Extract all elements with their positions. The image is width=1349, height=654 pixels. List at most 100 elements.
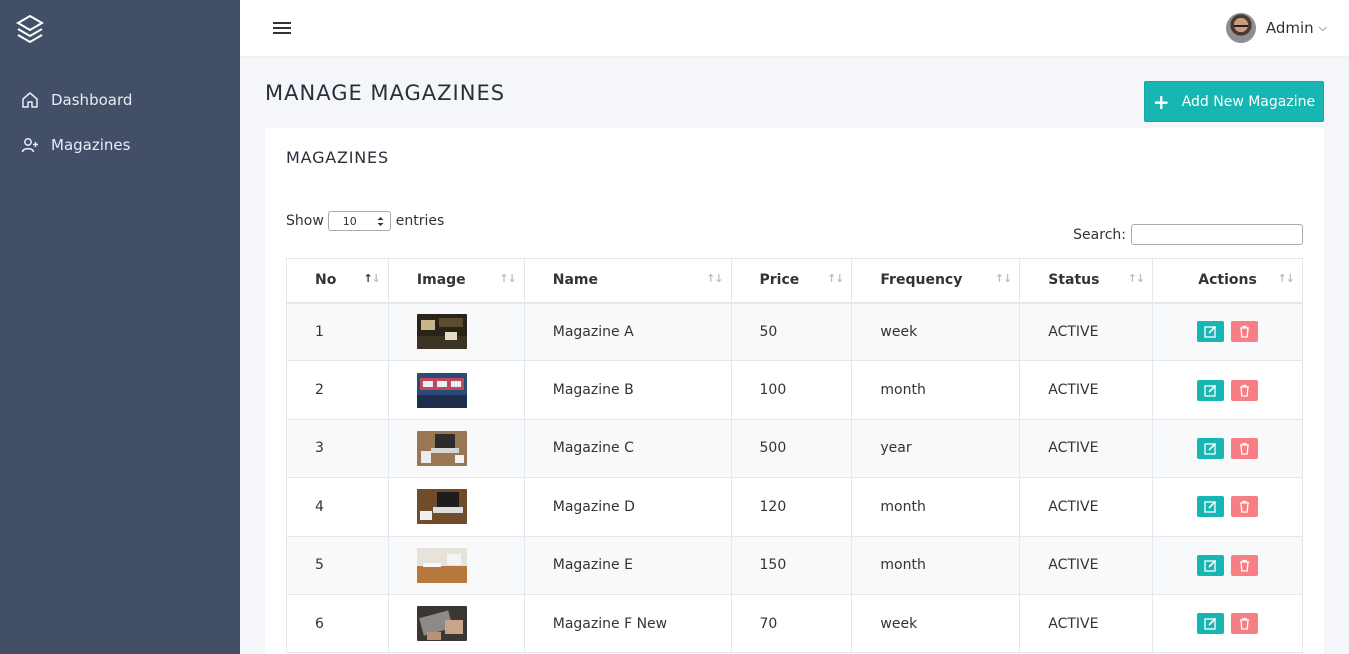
column-header-image[interactable]: Image ↑↓ <box>387 258 525 304</box>
menu-toggle-icon[interactable] <box>273 19 293 37</box>
cell-actions <box>1152 593 1303 654</box>
cell-status: ACTIVE <box>1019 301 1154 362</box>
sort-icon: ↑↓ <box>706 272 723 285</box>
edit-button[interactable] <box>1197 496 1225 518</box>
cell-price: 100 <box>730 360 853 420</box>
column-header-price[interactable]: Price ↑↓ <box>730 258 853 304</box>
trash-icon <box>1239 617 1249 630</box>
cell-frequency: week <box>851 301 1021 362</box>
search-input[interactable] <box>1131 224 1303 245</box>
add-magazine-button[interactable]: + Add New Magazine <box>1144 81 1324 122</box>
table-row: 3 Magazine C 500 year ACTIVE <box>286 418 1303 479</box>
chevron-down-icon: ⌵ <box>1318 21 1327 34</box>
entries-label: entries <box>395 213 445 229</box>
sidebar-item-magazines[interactable]: Magazines <box>21 134 130 156</box>
edit-icon <box>1204 442 1217 455</box>
trash-icon <box>1239 559 1249 572</box>
entries-select-value: 10 <box>342 214 357 228</box>
edit-button[interactable] <box>1197 379 1225 401</box>
edit-button[interactable] <box>1197 613 1225 635</box>
cell-image <box>387 418 525 479</box>
delete-button[interactable] <box>1230 379 1258 401</box>
magazine-thumbnail[interactable] <box>416 314 467 350</box>
column-header-name[interactable]: Name ↑↓ <box>523 258 732 304</box>
cell-frequency: year <box>851 418 1021 479</box>
cell-no: 3 <box>286 418 389 479</box>
edit-button[interactable] <box>1197 437 1225 459</box>
cell-status: ACTIVE <box>1019 593 1154 654</box>
magazine-thumbnail[interactable] <box>416 372 467 408</box>
page-title: MANAGE MAGAZINES <box>265 81 506 105</box>
delete-button[interactable] <box>1230 437 1258 459</box>
table-row: 5 Magazine E 150 month ACTIVE <box>286 535 1303 595</box>
cell-status: ACTIVE <box>1019 477 1154 537</box>
cell-status: ACTIVE <box>1019 535 1154 595</box>
magazine-thumbnail[interactable] <box>416 606 467 642</box>
column-header-frequency[interactable]: Frequency ↑↓ <box>851 258 1021 304</box>
delete-button[interactable] <box>1230 496 1258 518</box>
edit-button[interactable] <box>1197 554 1225 576</box>
delete-button[interactable] <box>1230 554 1258 576</box>
sort-asc-icon: ↑↓ <box>363 272 380 285</box>
home-icon <box>22 92 38 108</box>
sidebar-item-label: Dashboard <box>51 91 133 109</box>
cell-name: Magazine C <box>523 418 732 479</box>
avatar <box>1225 13 1256 43</box>
table-row: 2 Magazine B 100 month ACTIVE <box>286 360 1303 420</box>
cell-price: 150 <box>730 535 853 595</box>
cell-actions <box>1152 418 1303 479</box>
cell-name: Magazine A <box>523 301 732 362</box>
user-name: Admin <box>1265 19 1314 37</box>
edit-button[interactable] <box>1197 321 1225 343</box>
magazines-card: MAGAZINES Show 10 entries Search: No ↑↓ I… <box>265 128 1324 654</box>
entries-select[interactable]: 10 <box>327 211 391 231</box>
cell-frequency: week <box>851 593 1021 654</box>
edit-icon <box>1204 618 1217 630</box>
trash-icon <box>1239 384 1249 397</box>
sidebar-item-dashboard[interactable]: Dashboard <box>21 89 132 111</box>
cell-price: 70 <box>730 593 853 654</box>
add-magazine-label: Add New Magazine <box>1181 93 1316 110</box>
sidebar: Dashboard Magazines <box>0 0 240 654</box>
magazine-thumbnail[interactable] <box>416 489 467 525</box>
user-plus-icon <box>21 138 38 153</box>
magazine-thumbnail[interactable] <box>416 547 467 583</box>
sidebar-item-label: Magazines <box>51 136 131 154</box>
card-title: MAGAZINES <box>286 148 389 167</box>
cell-price: 120 <box>730 477 853 537</box>
sort-icon: ↑↓ <box>994 272 1012 285</box>
search-label: Search: <box>1073 226 1126 243</box>
sort-icon: ↑↓ <box>1127 272 1145 285</box>
cell-image <box>387 360 525 420</box>
delete-button[interactable] <box>1230 613 1258 635</box>
cell-frequency: month <box>851 535 1021 595</box>
cell-image <box>387 301 525 362</box>
select-arrows-icon <box>377 216 384 226</box>
table-row: 6 Magazine F New 70 week ACTIVE <box>286 593 1303 654</box>
cell-no: 4 <box>286 477 389 537</box>
show-label: Show <box>286 213 324 229</box>
table-row: 4 Magazine D 120 month ACTIVE <box>286 477 1303 537</box>
column-header-actions[interactable]: Actions ↑↓ <box>1152 258 1303 304</box>
logo-icon[interactable] <box>16 14 44 44</box>
delete-button[interactable] <box>1230 321 1258 343</box>
magazines-table: No ↑↓ Image ↑↓ Name ↑↓ Price ↑↓ Frequency ↑↓ … <box>286 258 1303 654</box>
magazine-thumbnail[interactable] <box>416 430 467 466</box>
cell-name: Magazine D <box>523 477 732 537</box>
trash-icon <box>1239 501 1249 514</box>
cell-price: 50 <box>730 301 853 362</box>
cell-image <box>387 477 525 537</box>
cell-actions <box>1152 301 1303 362</box>
user-menu[interactable]: Admin ⌵ <box>1225 13 1327 43</box>
cell-actions <box>1152 360 1303 420</box>
cell-no: 6 <box>286 593 389 654</box>
cell-status: ACTIVE <box>1019 418 1154 479</box>
column-header-no[interactable]: No ↑↓ <box>286 258 389 304</box>
edit-icon <box>1204 384 1217 397</box>
cell-name: Magazine F New <box>523 593 732 654</box>
cell-no: 2 <box>286 360 389 420</box>
column-header-status[interactable]: Status ↑↓ <box>1019 258 1154 304</box>
sort-icon: ↑↓ <box>499 272 516 285</box>
cell-name: Magazine B <box>523 360 732 420</box>
sort-icon: ↑↓ <box>1277 272 1295 285</box>
